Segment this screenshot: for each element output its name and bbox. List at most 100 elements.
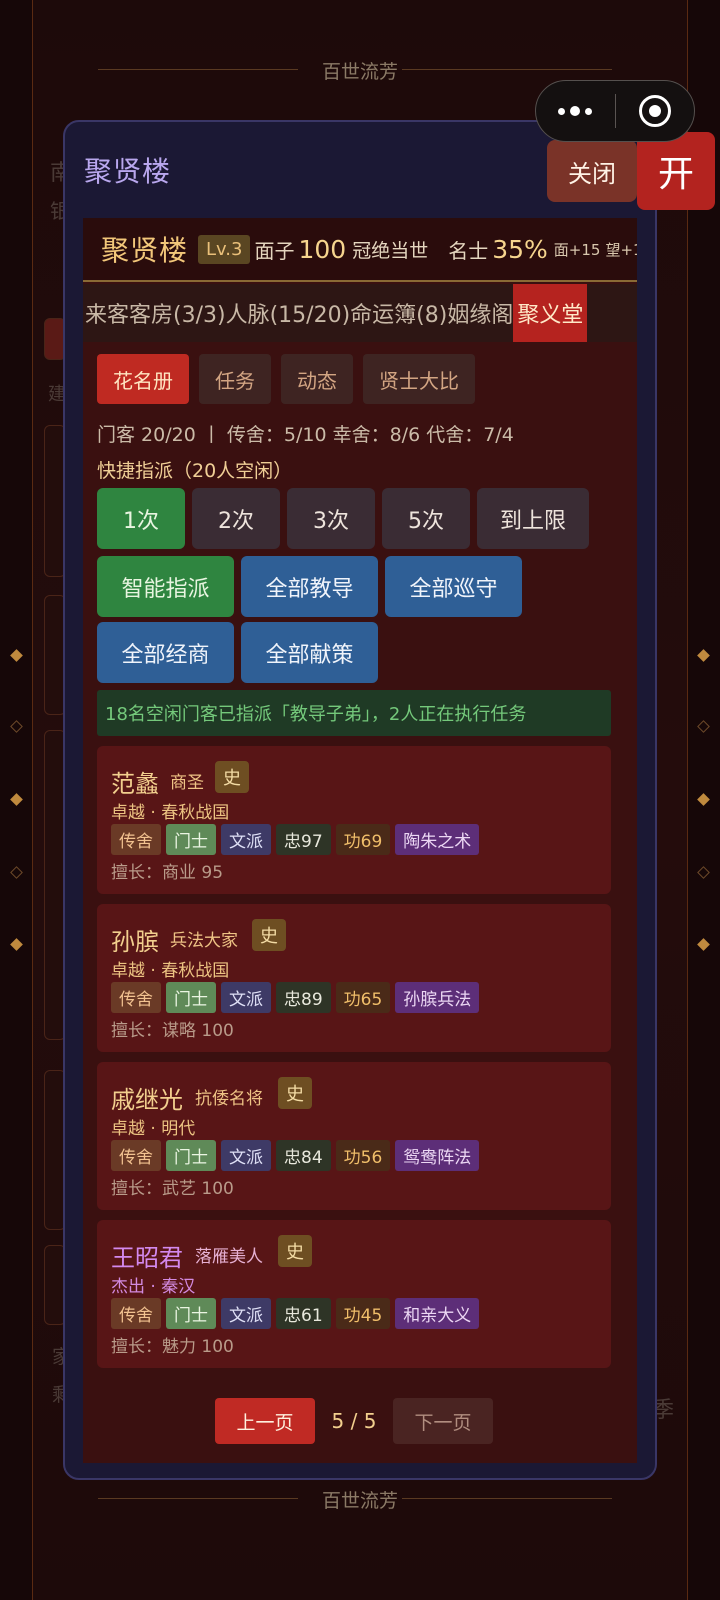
pagination: 上一页 5 / 5 下一页	[215, 1398, 493, 1444]
tag-merit: 功56	[335, 1140, 391, 1171]
tag-skill: 孙膑兵法	[395, 982, 480, 1013]
tab-juyitang[interactable]: 聚义堂	[513, 284, 588, 342]
all-trade-button[interactable]: 全部经商	[97, 622, 234, 683]
miniprogram-capsule	[535, 80, 695, 142]
tab-guests[interactable]: 来客	[83, 284, 129, 342]
history-badge: 史	[278, 1077, 312, 1109]
all-patrol-button[interactable]: 全部巡守	[385, 556, 522, 617]
tag-loyalty: 忠97	[276, 824, 331, 855]
retainer-specialty: 擅长：魅力 100	[111, 1337, 234, 1357]
retainer-card[interactable]: 戚继光 抗倭名将 史 卓越 · 明代 传舍 门士 文派 忠84 功56 鸳鸯阵法…	[97, 1062, 611, 1210]
next-page-button[interactable]: 下一页	[393, 1398, 493, 1444]
all-teach-button[interactable]: 全部教导	[241, 556, 378, 617]
retainer-name: 戚继光	[111, 1086, 183, 1114]
assign-max-button[interactable]: 到上限	[477, 488, 589, 549]
retainer-title: 落雁美人	[195, 1247, 263, 1267]
tab-marriage[interactable]: 姻缘阁	[447, 284, 513, 342]
retainer-title: 兵法大家	[170, 931, 238, 951]
sub-tabs: 花名册 任务 动态 贤士大比	[97, 354, 475, 404]
action-buttons: 全部经商 全部献策	[97, 622, 378, 683]
tag-merit: 功65	[335, 982, 391, 1013]
subtab-tasks[interactable]: 任务	[199, 354, 271, 404]
all-advise-button[interactable]: 全部献策	[241, 622, 378, 683]
retainer-origin: 卓越 · 春秋战国	[111, 803, 230, 823]
retainer-tags: 传舍 门士 文派 忠97 功69 陶朱之术	[111, 824, 480, 855]
face-bonus: 面+15	[553, 240, 601, 259]
tag-rank: 门士	[166, 982, 216, 1013]
tag-lodging: 传舍	[111, 982, 161, 1013]
level-badge: Lv.3	[198, 234, 251, 264]
face-description: 冠绝当世	[352, 239, 429, 262]
retainer-tags: 传舍 门士 文派 忠61 功45 和亲大义	[111, 1298, 480, 1329]
retainer-card[interactable]: 王昭君 落雁美人 史 杰出 · 秦汉 传舍 门士 文派 忠61 功45 和亲大义…	[97, 1220, 611, 1368]
open-button[interactable]: 开	[637, 132, 715, 210]
tag-lodging: 传舍	[111, 1140, 161, 1171]
diamond-ornament-icon	[697, 938, 710, 951]
retainer-name: 范蠡	[111, 770, 159, 798]
more-dots-icon	[558, 106, 593, 116]
action-buttons: 智能指派 全部教导 全部巡守	[97, 556, 522, 617]
diamond-ornament-icon	[10, 793, 23, 806]
fame-label: 名士	[448, 238, 489, 263]
tab-fate-book[interactable]: 命运簿(8)	[350, 284, 447, 342]
tag-faction: 文派	[221, 824, 271, 855]
page-indicator: 5 / 5	[331, 1409, 377, 1433]
diamond-ornament-icon	[10, 720, 23, 733]
retainer-specialty: 擅长：商业 95	[111, 863, 224, 883]
retainer-name: 王昭君	[111, 1244, 183, 1272]
retainer-card[interactable]: 范蠡 商圣 史 卓越 · 春秋战国 传舍 门士 文派 忠97 功69 陶朱之术 …	[97, 746, 611, 894]
tag-loyalty: 忠84	[276, 1140, 331, 1171]
background-bottom-title: 百世流芳	[321, 1490, 398, 1512]
assign-5-button[interactable]: 5次	[382, 488, 470, 549]
diamond-ornament-icon	[10, 649, 23, 662]
retainer-name: 孙膑	[111, 928, 159, 956]
diamond-ornament-icon	[10, 938, 23, 951]
prev-page-button[interactable]: 上一页	[215, 1398, 315, 1444]
retainer-title: 抗倭名将	[195, 1089, 263, 1109]
assign-1-button[interactable]: 1次	[97, 488, 185, 549]
main-tabs: 来客 客房(3/3) 人脉(15/20) 命运簿(8) 姻缘阁 聚义堂	[83, 284, 637, 342]
tag-faction: 文派	[221, 1140, 271, 1171]
tag-rank: 门士	[166, 1140, 216, 1171]
retainer-tags: 传舍 门士 文派 忠89 功65 孙膑兵法	[111, 982, 480, 1013]
subtab-contest[interactable]: 贤士大比	[363, 354, 475, 404]
retainer-tags: 传舍 门士 文派 忠84 功56 鸳鸯阵法	[111, 1140, 480, 1171]
prestige-bonus: 望+10	[605, 240, 637, 259]
tag-loyalty: 忠89	[276, 982, 331, 1013]
more-button[interactable]	[536, 81, 615, 141]
diamond-ornament-icon	[697, 793, 710, 806]
tag-faction: 文派	[221, 1298, 271, 1329]
target-icon	[638, 95, 671, 127]
quick-assign-label: 快捷指派（20人空闲）	[97, 460, 293, 482]
diamond-ornament-icon	[697, 866, 710, 879]
history-badge: 史	[278, 1235, 312, 1267]
retainer-specialty: 擅长：谋略 100	[111, 1021, 234, 1041]
fame-value: 35%	[492, 234, 548, 264]
tag-loyalty: 忠61	[276, 1298, 331, 1329]
count-buttons: 1次 2次 3次 5次 到上限	[97, 488, 589, 549]
modal-title: 聚贤楼	[84, 155, 172, 188]
diamond-ornament-icon	[10, 866, 23, 879]
building-header: 聚贤楼 Lv.3 面子 100 冠绝当世 名士 35% 面+15 望+10	[83, 218, 637, 282]
retainer-origin: 杰出 · 秦汉	[111, 1277, 196, 1297]
tab-rooms[interactable]: 客房(3/3)	[129, 284, 226, 342]
tag-merit: 功69	[335, 824, 391, 855]
history-badge: 史	[215, 761, 249, 793]
tab-connections[interactable]: 人脉(15/20)	[226, 284, 351, 342]
smart-assign-button[interactable]: 智能指派	[97, 556, 234, 617]
retainer-stats: 门客 20/20 丨 传舍：5/10 幸舍：8/6 代舍：7/4	[97, 424, 514, 446]
building-name: 聚贤楼	[101, 234, 189, 267]
tag-faction: 文派	[221, 982, 271, 1013]
tag-lodging: 传舍	[111, 1298, 161, 1329]
exit-miniprogram-button[interactable]	[616, 81, 695, 141]
subtab-roster[interactable]: 花名册	[97, 354, 189, 404]
subtab-activity[interactable]: 动态	[281, 354, 353, 404]
retainer-specialty: 擅长：武艺 100	[111, 1179, 234, 1199]
close-button[interactable]: 关闭	[547, 140, 637, 202]
assign-3-button[interactable]: 3次	[287, 488, 375, 549]
retainer-card[interactable]: 孙膑 兵法大家 史 卓越 · 春秋战国 传舍 门士 文派 忠89 功65 孙膑兵…	[97, 904, 611, 1052]
assign-2-button[interactable]: 2次	[192, 488, 280, 549]
tag-lodging: 传舍	[111, 824, 161, 855]
retainer-title: 商圣	[170, 773, 204, 793]
modal-content: 聚贤楼 Lv.3 面子 100 冠绝当世 名士 35% 面+15 望+10 来客…	[83, 218, 637, 1463]
